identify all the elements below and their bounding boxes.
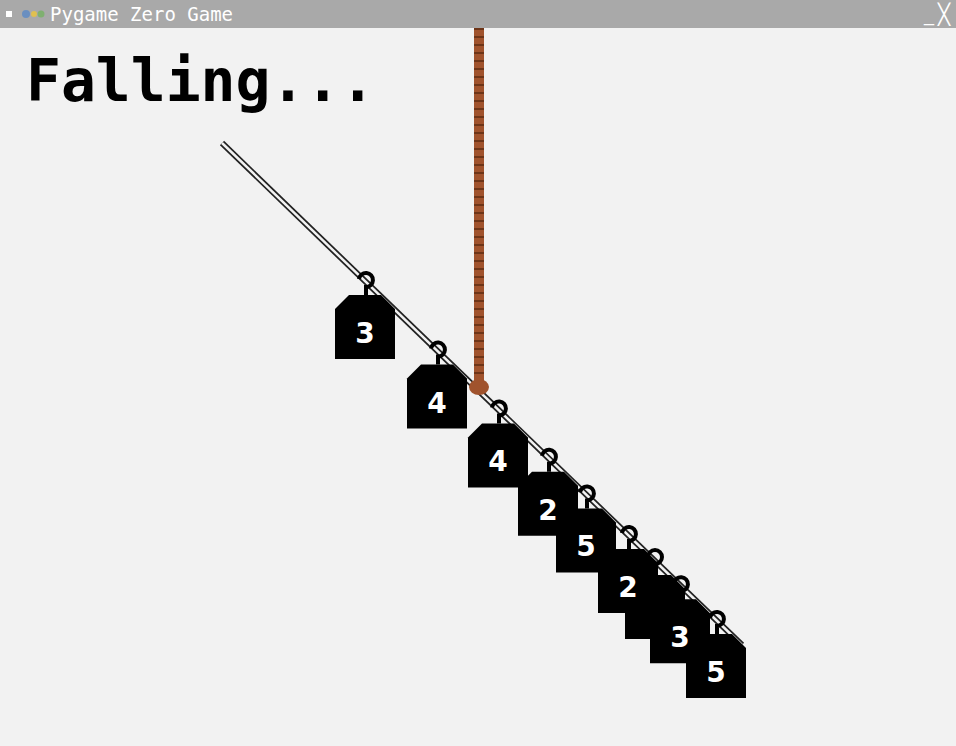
weight-body-icon [335,295,395,359]
weight[interactable]: 4 [468,401,528,487]
hook-icon [710,612,724,634]
hook-icon [431,343,445,365]
hook-icon [580,486,594,508]
weight-body-icon [598,549,658,613]
window-title: Pygame Zero Game [50,3,233,25]
game-scene: 34425235 [0,28,956,746]
weight-label: 4 [488,445,507,478]
hook-icon [492,401,506,423]
weight[interactable]: 4 [407,343,467,429]
weight[interactable]: 3 [335,273,395,359]
pygame-logo-icon [20,7,46,21]
weight-label: 2 [618,571,637,604]
weight-body-icon [407,365,467,429]
weight[interactable]: 2 [598,527,658,613]
window-control-button[interactable]: _ [924,4,934,24]
weight[interactable]: 5 [686,612,746,698]
weight-body-icon [468,423,528,487]
weight-label: 2 [538,494,557,527]
game-canvas: 34425235 Falling... [0,28,956,746]
weight-body-icon [686,634,746,698]
window-control-button[interactable]: ╳ [938,4,950,24]
hook-icon [674,577,688,599]
window-menu-icon[interactable] [6,11,12,17]
status-text: Falling... [26,50,375,114]
hook-icon [622,527,636,549]
weight-label: 5 [576,530,595,563]
window-controls: _╳ [924,4,950,24]
game-window: Pygame Zero Game _╳ 34425235 Falling... [0,0,956,746]
rope-icon [469,28,489,395]
weight-label: 3 [355,317,374,350]
title-bar: Pygame Zero Game _╳ [0,0,956,28]
hook-icon [359,273,373,295]
weight-label: 4 [427,387,446,420]
weight-label: 5 [706,656,725,689]
hook-icon [542,450,556,472]
